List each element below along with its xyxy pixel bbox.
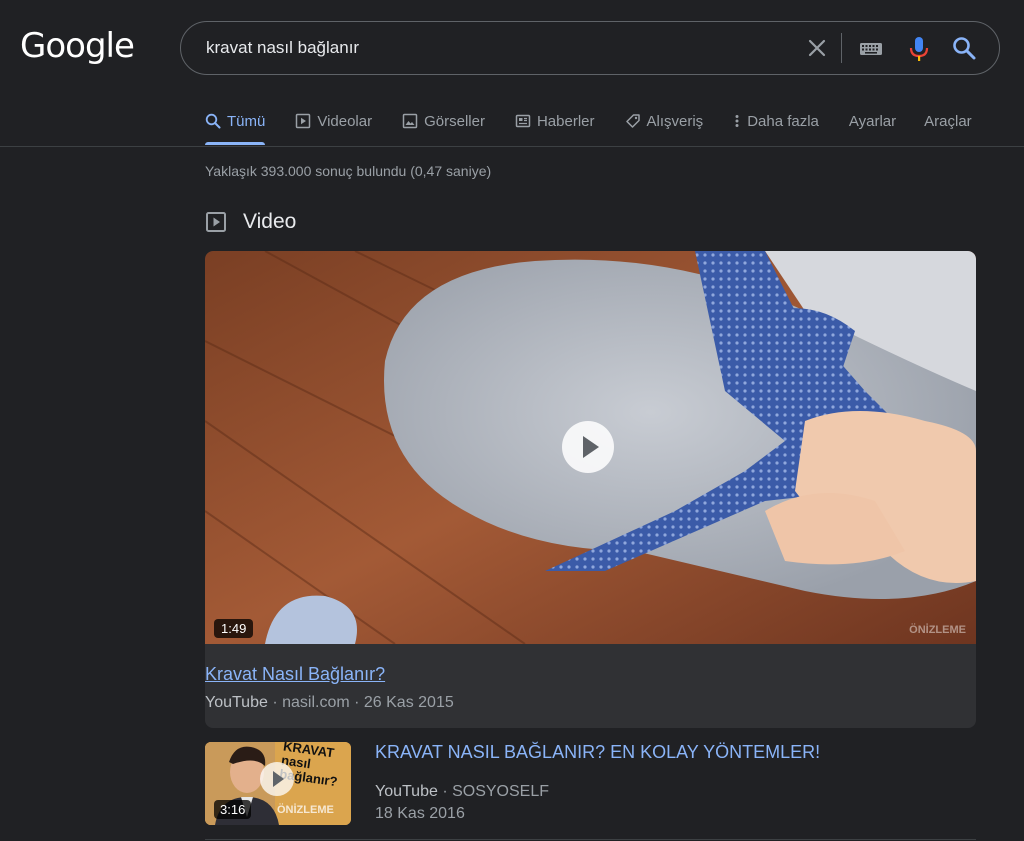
featured-video-card[interactable]: 1:49 ÖNİZLEME Kravat Nasıl Bağlanır? You… bbox=[205, 251, 976, 728]
preview-badge: ÖNİZLEME bbox=[909, 624, 966, 636]
search-input[interactable]: kravat nasıl bağlanır bbox=[206, 38, 359, 58]
tab-tools[interactable]: Araçlar bbox=[924, 110, 972, 132]
tab-label: Videolar bbox=[317, 112, 373, 130]
video-meta: YouTube · SOSYOSELF bbox=[375, 783, 549, 801]
video-icon bbox=[206, 212, 226, 232]
tab-settings[interactable]: Ayarlar bbox=[849, 110, 896, 132]
search-divider bbox=[841, 33, 842, 63]
tab-label: Görseller bbox=[424, 112, 485, 130]
search-icon[interactable] bbox=[949, 33, 979, 63]
tab-label: Haberler bbox=[536, 112, 595, 130]
video-date: 18 Kas 2016 bbox=[375, 805, 465, 822]
video-meta-details: · SOSYOSELF bbox=[437, 783, 550, 800]
tab-videos[interactable]: Videolar bbox=[295, 110, 372, 132]
search-box[interactable]: kravat nasıl bağlanır bbox=[180, 21, 1000, 75]
preview-badge: ÖNİZLEME bbox=[277, 804, 334, 816]
image-icon bbox=[402, 113, 418, 129]
section-title: Video bbox=[243, 210, 297, 233]
news-icon bbox=[515, 114, 531, 128]
tab-label: Alışveriş bbox=[646, 112, 704, 130]
video-section-header: Video bbox=[205, 210, 296, 234]
play-button[interactable] bbox=[562, 421, 614, 473]
tab-shopping[interactable]: Alışveriş bbox=[625, 110, 704, 132]
video-title-link[interactable]: Kravat Nasıl Bağlanır? bbox=[205, 664, 385, 685]
tab-label: Daha fazla bbox=[747, 112, 819, 130]
video-icon bbox=[296, 113, 311, 129]
microphone-icon[interactable] bbox=[905, 33, 933, 65]
video-duration: 1:49 bbox=[214, 619, 254, 638]
tab-all[interactable]: Tümü bbox=[205, 110, 266, 145]
keyboard-icon[interactable] bbox=[857, 35, 885, 63]
video-result[interactable]: KRAVAT nasıl bağlanır? 3:16 ÖNİZLEME KRA… bbox=[205, 742, 976, 840]
video-source: YouTube bbox=[205, 694, 268, 711]
tag-icon bbox=[625, 114, 640, 128]
result-stats: Yaklaşık 393.000 sonuç bulundu (0,47 san… bbox=[205, 163, 492, 179]
video-thumbnail[interactable]: 1:49 ÖNİZLEME bbox=[205, 251, 976, 644]
video-meta-details: · nasil.com · 26 Kas 2015 bbox=[267, 694, 454, 711]
search-tabs: Tümü Videolar Görseller Haberler Alışver… bbox=[205, 110, 1000, 146]
google-logo[interactable]: Google bbox=[20, 26, 135, 66]
play-button[interactable] bbox=[260, 762, 294, 796]
search-icon bbox=[205, 113, 221, 129]
video-meta: YouTube · nasil.com · 26 Kas 2015 bbox=[205, 694, 454, 712]
more-vertical-icon bbox=[735, 115, 739, 127]
tab-images[interactable]: Görseller bbox=[402, 110, 485, 132]
tabs-divider bbox=[0, 146, 1024, 147]
video-thumbnail[interactable]: KRAVAT nasıl bağlanır? 3:16 ÖNİZLEME bbox=[205, 742, 351, 825]
video-title-link[interactable]: KRAVAT NASIL BAĞLANIR? EN KOLAY YÖNTEMLE… bbox=[375, 742, 820, 763]
clear-icon[interactable] bbox=[801, 32, 833, 64]
tab-label: Tümü bbox=[227, 112, 266, 130]
tab-news[interactable]: Haberler bbox=[515, 110, 595, 132]
video-source: YouTube bbox=[375, 783, 438, 800]
tab-more[interactable]: Daha fazla bbox=[733, 110, 819, 132]
video-duration: 3:16 bbox=[214, 800, 252, 819]
